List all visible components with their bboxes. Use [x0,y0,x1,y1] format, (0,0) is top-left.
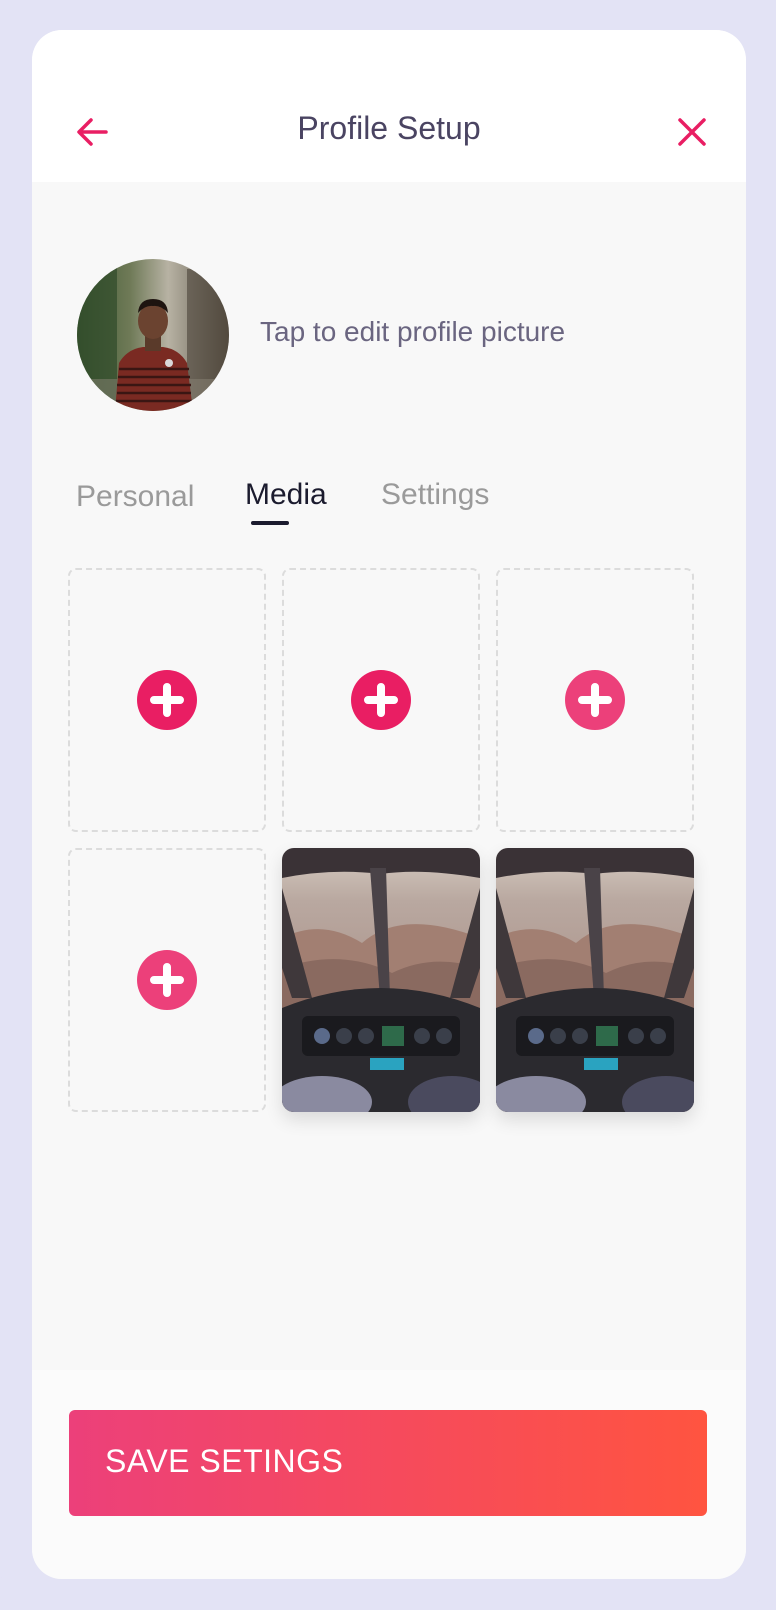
cockpit-photo [496,848,694,1112]
plus-circle-icon [137,670,197,730]
media-slot-empty[interactable] [68,568,266,832]
edit-picture-hint[interactable]: Tap to edit profile picture [260,316,565,348]
app-screen: Profile Setup Tap to edit profile pictur… [32,30,746,1579]
media-slot-empty[interactable] [282,568,480,832]
header-bar: Profile Setup [32,30,746,182]
avatar[interactable] [77,259,229,411]
tab-settings[interactable]: Settings [381,478,489,512]
save-button-label: SAVE SETINGS [105,1443,344,1479]
media-photo[interactable] [282,848,480,1112]
profile-photo [77,259,229,411]
plus-circle-icon [565,670,625,730]
page-title: Profile Setup [297,110,481,146]
close-button[interactable] [672,112,712,152]
media-slot-empty[interactable] [68,848,266,1112]
media-photo[interactable] [496,848,694,1112]
plus-circle-icon [137,950,197,1010]
save-settings-button[interactable]: SAVE SETINGS [69,1410,707,1516]
tab-personal[interactable]: Personal [76,480,194,514]
active-tab-indicator [251,521,289,525]
media-slot-empty[interactable] [496,568,694,832]
plus-circle-icon [351,670,411,730]
device-frame: Profile Setup Tap to edit profile pictur… [0,0,776,1610]
cockpit-photo [282,848,480,1112]
close-icon [678,118,706,146]
tab-media[interactable]: Media [245,478,327,512]
